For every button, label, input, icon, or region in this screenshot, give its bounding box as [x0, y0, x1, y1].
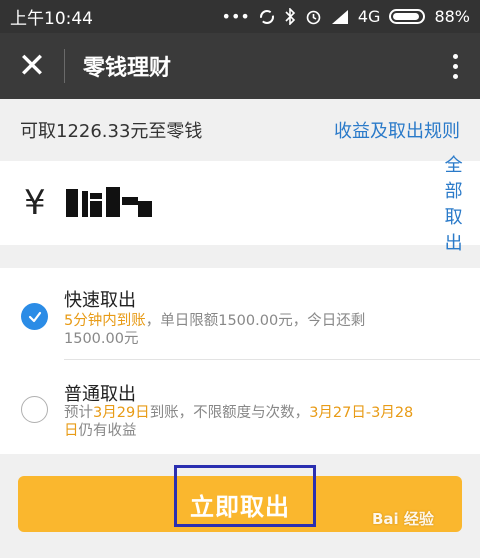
watermark: Bai 经验	[372, 510, 434, 528]
radio-fast-selected[interactable]	[21, 303, 48, 330]
normal-mid-text: 到账，不限额度与次数，	[149, 405, 310, 421]
close-button[interactable]: ✕	[0, 33, 64, 99]
sync-icon	[259, 9, 275, 25]
info-row: 可取1226.33元至零钱 收益及取出规则	[0, 99, 480, 161]
option-fast-withdraw[interactable]: 快速取出 5分钟内到账，单日限额1500.00元，今日还剩 1500.00元	[0, 268, 480, 360]
more-dot-icon	[452, 53, 458, 59]
signal-icon	[331, 9, 349, 25]
normal-date-highlight: 3月29日	[93, 405, 150, 421]
withdraw-options: 快速取出 5分钟内到账，单日限额1500.00元，今日还剩 1500.00元 普…	[0, 268, 480, 454]
withdraw-all-button[interactable]: 全部取出	[445, 151, 463, 255]
annotation-highlight-box	[174, 465, 316, 527]
network-label: 4G	[357, 7, 381, 26]
normal-range-highlight-end: 日	[64, 423, 79, 439]
alarm-icon	[305, 8, 322, 25]
close-icon: ✕	[17, 46, 47, 86]
app-bar: ✕ 零钱理财	[0, 33, 480, 99]
option-normal-desc: 预计3月29日到账，不限额度与次数，3月27日-3月28 日仍有收益	[64, 404, 464, 440]
battery-icon	[389, 9, 426, 24]
redacted-amount	[66, 185, 158, 219]
radio-normal-unselected[interactable]	[21, 396, 48, 423]
option-normal-title: 普通取出	[64, 384, 136, 405]
more-dot-icon	[452, 73, 458, 79]
status-time: 上午10:44	[10, 9, 93, 29]
option-normal-withdraw[interactable]: 普通取出 预计3月29日到账，不限额度与次数，3月27日-3月28 日仍有收益	[0, 360, 480, 454]
available-amount-text: 可取1226.33元至零钱	[20, 121, 203, 142]
more-dot-icon	[452, 63, 458, 69]
page-title: 零钱理财	[83, 56, 172, 81]
option-fast-desc: 5分钟内到账，单日限额1500.00元，今日还剩 1500.00元	[64, 312, 464, 348]
option-fast-title: 快速取出	[64, 290, 136, 311]
status-bar: 上午10:44 ••• 4G 88%	[0, 0, 480, 33]
currency-symbol: ¥	[24, 183, 46, 223]
more-button[interactable]	[430, 33, 480, 99]
bluetooth-icon	[284, 8, 296, 25]
status-icons: ••• 4G 88%	[222, 7, 470, 26]
normal-post-text: 仍有收益	[78, 423, 137, 439]
battery-percent: 88%	[434, 7, 470, 26]
app-bar-divider	[64, 49, 65, 83]
check-icon	[28, 311, 41, 322]
normal-range-highlight: 3月27日-3月28	[309, 405, 414, 421]
fast-limit-text: ，单日限额1500.00元，今日还剩	[145, 313, 366, 329]
normal-pre-text: 预计	[64, 405, 93, 421]
fast-arrival-highlight: 5分钟内到账	[64, 313, 146, 329]
fast-remaining-text: 1500.00元	[64, 331, 139, 347]
dots-icon: •••	[221, 7, 250, 26]
rules-link[interactable]: 收益及取出规则	[334, 117, 460, 143]
